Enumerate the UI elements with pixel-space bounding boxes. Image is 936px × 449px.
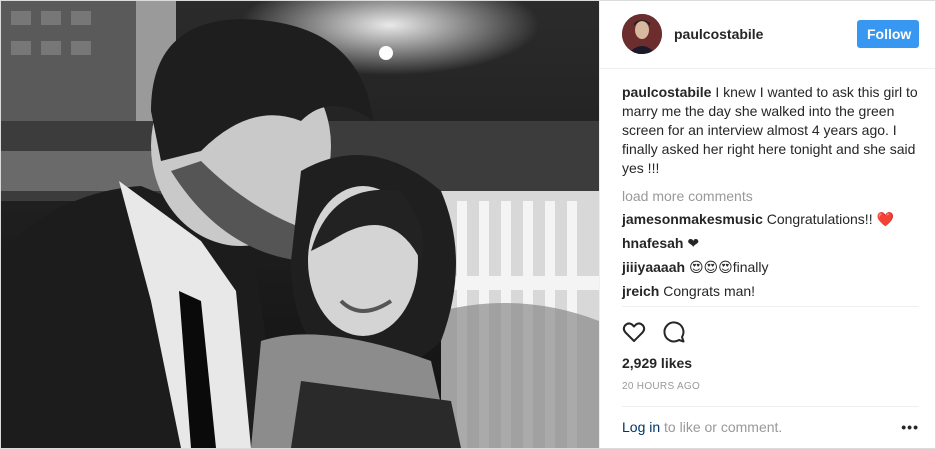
comment-item: jamesonmakesmusic Congratulations!! ❤️	[622, 210, 919, 229]
couple-photo-image	[1, 1, 599, 448]
heart-outline-icon[interactable]	[622, 320, 646, 344]
comments-section: paulcostabile I knew I wanted to ask thi…	[600, 69, 935, 306]
comment-item: jreich Congrats man!	[622, 282, 919, 301]
caption-username[interactable]: paulcostabile	[622, 84, 711, 100]
comment-text: Congratulations!! ❤️	[766, 210, 894, 227]
comment-username[interactable]: hnafesah	[622, 235, 683, 251]
login-bar: Log in to like or comment. •••	[622, 405, 919, 448]
action-icons	[622, 319, 919, 345]
post-timestamp[interactable]: 20 HOURS AGO	[622, 381, 919, 392]
comment-item: hnafesah ❤	[622, 234, 919, 253]
comment-item: jiiiyaaaah 😍😍😍finally	[622, 258, 919, 277]
header-username[interactable]: paulcostabile	[674, 26, 857, 42]
post-header: paulcostabile Follow	[600, 1, 935, 69]
comment-text: 😍😍😍finally	[688, 258, 769, 275]
comment-text: Congrats man!	[663, 282, 756, 299]
comment-username[interactable]: jiiiyaaaah	[622, 259, 685, 275]
profile-picture-image	[622, 14, 662, 55]
post-sidebar: paulcostabile Follow paulcostabile I kne…	[599, 1, 935, 448]
load-more-comments-link[interactable]: load more comments	[622, 186, 919, 206]
post-photo[interactable]	[1, 1, 599, 448]
more-options-icon[interactable]: •••	[901, 419, 919, 435]
login-link[interactable]: Log in	[622, 419, 660, 435]
comment-username[interactable]: jamesonmakesmusic	[622, 211, 763, 227]
comment-username[interactable]: jreich	[622, 283, 659, 299]
follow-button[interactable]: Follow	[857, 20, 919, 49]
post-actions: 2,929 likes 20 HOURS AGO	[622, 305, 919, 392]
avatar[interactable]	[622, 14, 662, 55]
login-prompt-text: to like or comment.	[660, 419, 783, 436]
comment-text: ❤	[687, 234, 700, 251]
likes-count[interactable]: 2,929 likes	[622, 355, 919, 371]
speech-bubble-icon[interactable]	[662, 320, 686, 344]
instagram-post: paulcostabile Follow paulcostabile I kne…	[0, 0, 936, 449]
caption: paulcostabile I knew I wanted to ask thi…	[622, 83, 919, 178]
